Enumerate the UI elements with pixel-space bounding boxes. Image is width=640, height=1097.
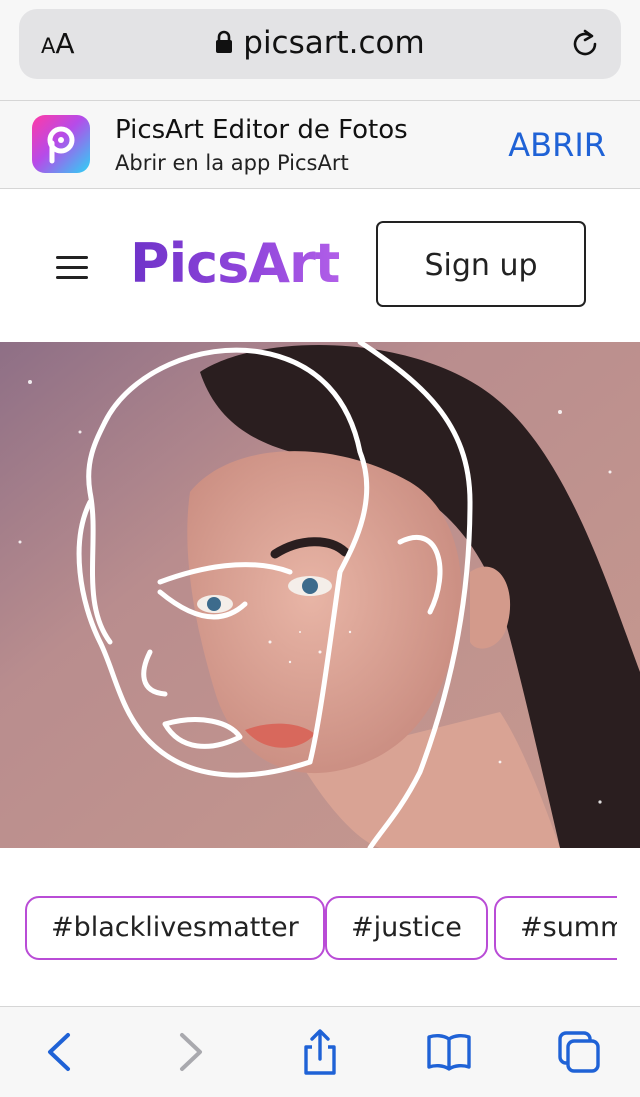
hashtag-scroller[interactable]: #blacklivesmatter #justice #summ bbox=[0, 896, 617, 960]
site-header: PicsArt Sign up bbox=[0, 189, 640, 342]
lock-icon bbox=[216, 30, 233, 53]
app-banner-title: PicsArt Editor de Fotos bbox=[115, 115, 408, 145]
browser-address-area: AA picsart.com bbox=[0, 0, 640, 101]
sign-up-button[interactable]: Sign up bbox=[376, 221, 586, 307]
url-display[interactable]: picsart.com bbox=[19, 25, 621, 61]
browser-toolbar bbox=[0, 1006, 640, 1097]
hero-image bbox=[0, 342, 640, 848]
smart-app-banner: PicsArt Editor de Fotos Abrir en la app … bbox=[0, 101, 640, 189]
picsart-logo[interactable]: PicsArt bbox=[130, 232, 340, 295]
tabs-icon[interactable] bbox=[556, 1029, 602, 1075]
bookmarks-icon[interactable] bbox=[426, 1029, 472, 1075]
hashtag-chip[interactable]: #blacklivesmatter bbox=[25, 896, 325, 960]
hashtag-chip[interactable]: #justice bbox=[325, 896, 488, 960]
picsart-app-icon bbox=[32, 115, 90, 173]
share-icon[interactable] bbox=[297, 1029, 343, 1075]
open-app-button[interactable]: ABRIR bbox=[508, 126, 606, 164]
address-bar[interactable]: AA picsart.com bbox=[19, 9, 621, 79]
app-banner-subtitle: Abrir en la app PicsArt bbox=[115, 151, 349, 175]
url-text: picsart.com bbox=[243, 25, 425, 61]
hashtag-section: #blacklivesmatter #justice #summ bbox=[0, 848, 640, 1006]
hamburger-menu-icon[interactable] bbox=[56, 256, 88, 279]
reload-icon[interactable] bbox=[569, 27, 603, 61]
forward-icon[interactable] bbox=[166, 1029, 212, 1075]
back-icon[interactable] bbox=[38, 1029, 84, 1075]
hashtag-chip[interactable]: #summ bbox=[494, 896, 617, 960]
